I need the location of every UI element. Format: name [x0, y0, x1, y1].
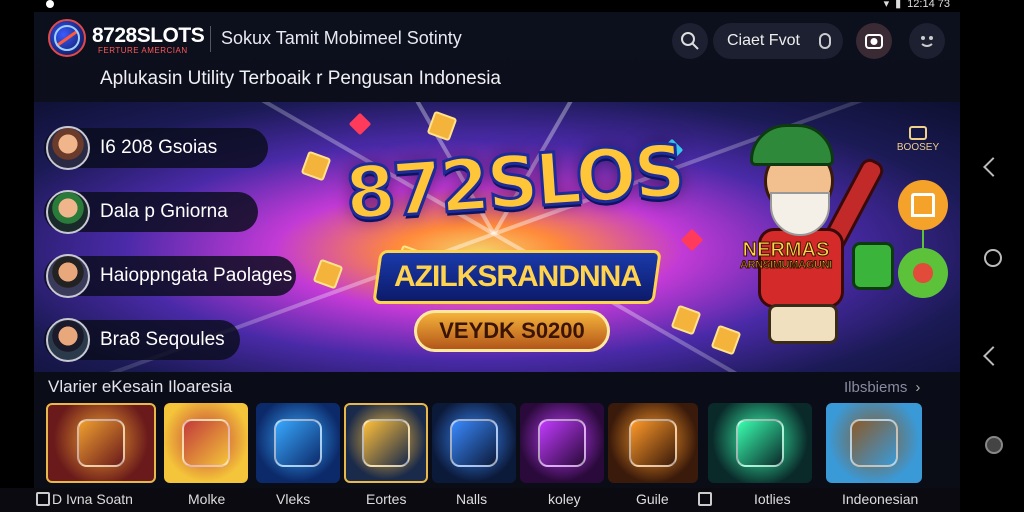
avatar	[46, 190, 90, 234]
bottom-tab-label[interactable]: Vleks	[276, 491, 310, 507]
header-title: Sokux Tamit Mobimeel Sotinty	[221, 28, 462, 48]
chat-pill-button[interactable]: Ciaet Fvot	[713, 23, 843, 59]
coin-icon	[670, 304, 702, 336]
coin-icon	[300, 150, 332, 182]
camera-button[interactable]	[856, 23, 892, 59]
hero-ribbon-label: AZILKSRANDNNA	[393, 260, 641, 293]
back-icon[interactable]	[983, 157, 1003, 177]
bottom-tab-label[interactable]: koley	[548, 491, 581, 507]
game-art-icon	[450, 419, 498, 467]
menu-button[interactable]	[909, 23, 945, 59]
promo-item[interactable]: Dala p Gniorna	[44, 190, 258, 234]
promo-label: Bra8 Seqoules	[100, 329, 225, 350]
bottom-tab-label[interactable]: Indeonesian	[842, 491, 918, 507]
side-connector	[922, 230, 924, 248]
mic-icon	[819, 33, 831, 49]
badge-label: BOOSEY	[896, 142, 940, 153]
games-row	[46, 403, 926, 483]
mascot-hat	[750, 124, 834, 166]
system-navigation	[960, 0, 1024, 512]
map-float-button[interactable]	[898, 248, 948, 298]
game-art-icon	[629, 419, 677, 467]
camera-icon	[865, 34, 883, 49]
see-more-label: Ilbsbiems	[844, 379, 908, 396]
status-right: ▾ ▮ 12:14 73	[884, 0, 950, 10]
search-button[interactable]	[672, 23, 708, 59]
hero-cta-button[interactable]: VEYDK S0200	[414, 310, 610, 352]
avatar	[46, 126, 90, 170]
logo-icon[interactable]	[48, 19, 86, 57]
header-divider	[210, 26, 211, 52]
logo-text: 8728SLOTS	[92, 24, 205, 47]
promo-label: I6 208 Gsoias	[100, 137, 218, 158]
game-art-icon	[850, 419, 898, 467]
home-float-button[interactable]	[898, 180, 948, 230]
page-subtitle: Aplukasin Utility Terboaik r Pengusan In…	[100, 68, 501, 89]
mascot-tank	[852, 242, 894, 290]
chevron-right-icon: ›	[915, 379, 921, 396]
game-art-icon	[182, 419, 230, 467]
mascot-nameplate: NERMAS ARNSIMUMAGUNI	[724, 239, 848, 272]
mascot-legs	[768, 304, 838, 344]
app-window: 8728SLOTS FERTURE AMERCIAN Sokux Tamit M…	[34, 12, 960, 488]
notification-dot	[46, 0, 54, 8]
checkbox-icon[interactable]	[36, 492, 50, 506]
promo-item[interactable]: I6 208 Gsoias	[44, 126, 268, 170]
hero-title: 872SLOS	[341, 127, 687, 237]
coin-icon	[312, 258, 344, 290]
game-tile[interactable]	[344, 403, 428, 483]
hero-ribbon: AZILKSRANDNNA	[372, 250, 662, 304]
avatar	[46, 318, 90, 362]
status-time: 12:14 73	[907, 0, 950, 10]
promo-item[interactable]: Haioppngata Paolages	[44, 254, 296, 298]
game-tile[interactable]	[520, 403, 604, 483]
bottom-tab-label[interactable]: D Ivna Soatn	[52, 491, 133, 507]
game-tile[interactable]	[164, 403, 248, 483]
avatar	[46, 254, 90, 298]
checkbox-icon[interactable]	[698, 492, 712, 506]
gem-icon	[680, 228, 704, 252]
see-more-link[interactable]: Ilbsbiems ›	[844, 379, 920, 396]
header: 8728SLOTS FERTURE AMERCIAN Sokux Tamit M…	[34, 12, 960, 68]
bottom-tab-label[interactable]: Nalls	[456, 491, 487, 507]
promo-label: Haioppngata Paolages	[100, 265, 293, 286]
game-art-icon	[274, 419, 322, 467]
game-art-icon	[538, 419, 586, 467]
menu-dots-icon	[921, 36, 933, 47]
corner-badge: BOOSEY	[894, 126, 942, 153]
game-tile[interactable]	[46, 403, 156, 483]
promo-label: Dala p Gniorna	[100, 201, 228, 222]
wifi-icon: ▾	[883, 0, 890, 10]
bottom-tab-label[interactable]: Iotlies	[754, 491, 791, 507]
record-icon[interactable]	[985, 436, 1003, 454]
game-art-icon	[362, 419, 410, 467]
coin-icon	[426, 110, 458, 142]
bottom-tab-bar: D Ivna Soatn Molke Vleks Eortes Nalls koley Gu…	[0, 488, 960, 512]
bottom-tab-label[interactable]: Molke	[188, 491, 225, 507]
game-tile[interactable]	[608, 403, 698, 483]
game-art-icon	[77, 419, 125, 467]
game-art-icon	[736, 419, 784, 467]
game-tile[interactable]	[256, 403, 340, 483]
back-icon[interactable]	[983, 346, 1003, 366]
chat-pill-label: Ciaet Fvot	[727, 32, 800, 49]
badge-icon	[909, 126, 927, 140]
search-icon	[681, 32, 699, 50]
bottom-tab-label[interactable]: Eortes	[366, 491, 406, 507]
mascot-nameplate-subtext: ARNSIMUMAGUNI	[739, 259, 833, 271]
battery-icon: ▮	[895, 0, 902, 10]
mascot-nameplate-text: NERMAS	[742, 239, 830, 261]
status-bar: ▾ ▮ 12:14 73	[0, 0, 1024, 12]
game-tile[interactable]	[826, 403, 922, 483]
logo-subtext: FERTURE AMERCIAN	[98, 46, 188, 55]
game-tile[interactable]	[432, 403, 516, 483]
gem-icon	[348, 112, 372, 136]
bottom-tab-label[interactable]: Guile	[636, 491, 669, 507]
game-tile[interactable]	[708, 403, 812, 483]
promo-item[interactable]: Bra8 Seqoules	[44, 318, 240, 362]
section-title: Vlarier eKesain Iloaresia	[48, 377, 233, 396]
home-icon[interactable]	[984, 249, 1002, 267]
